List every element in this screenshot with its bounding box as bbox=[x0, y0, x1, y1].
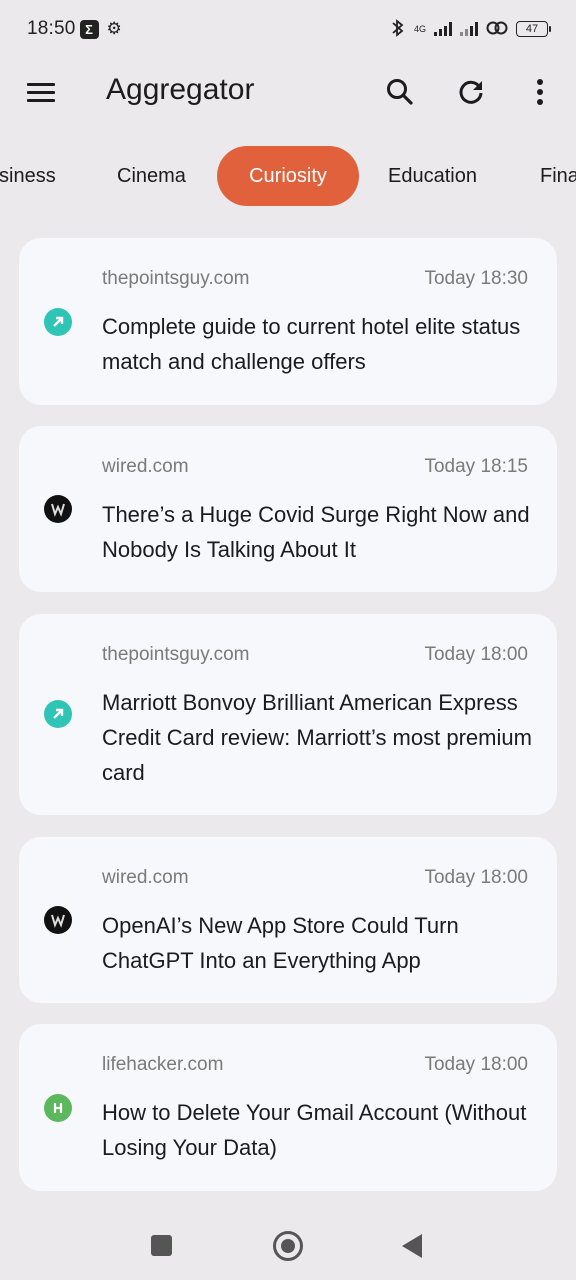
article-time: Today 18:00 bbox=[424, 644, 528, 665]
settings-gear-icon: ⚙ bbox=[106, 19, 122, 38]
article-time: Today 18:15 bbox=[424, 456, 528, 477]
wired-icon bbox=[44, 495, 72, 523]
category-tabs: siness Cinema Curiosity Education Fina bbox=[0, 146, 576, 206]
signal-icon-1 bbox=[434, 22, 452, 36]
wired-icon bbox=[44, 906, 72, 934]
article-title: OpenAI’s New App Store Could Turn ChatGP… bbox=[102, 913, 459, 973]
system-nav-bar bbox=[0, 1210, 576, 1280]
article-source: lifehacker.com bbox=[102, 1054, 224, 1075]
article-card[interactable]: thepointsguy.com Today 18:30 Complete gu… bbox=[19, 238, 557, 405]
bluetooth-icon bbox=[390, 18, 406, 41]
article-card[interactable]: wired.com Today 18:00 OpenAI’s New App S… bbox=[19, 837, 557, 1003]
back-icon[interactable] bbox=[402, 1234, 422, 1258]
article-card[interactable]: lifehacker.com Today 18:00 How to Delete… bbox=[19, 1024, 557, 1191]
battery-icon: 47 bbox=[516, 21, 551, 37]
article-source: wired.com bbox=[102, 867, 189, 888]
tab-curiosity[interactable]: Curiosity bbox=[217, 146, 359, 206]
article-title: Marriott Bonvoy Brilliant American Expre… bbox=[102, 690, 532, 785]
article-time: Today 18:00 bbox=[424, 1054, 528, 1075]
article-source: wired.com bbox=[102, 456, 189, 477]
article-title: Complete guide to current hotel elite st… bbox=[102, 314, 521, 374]
article-source: thepointsguy.com bbox=[102, 644, 250, 665]
article-source: thepointsguy.com bbox=[102, 268, 250, 289]
article-time: Today 18:00 bbox=[424, 867, 528, 888]
network-type-label: 4G bbox=[413, 23, 426, 34]
thepointsguy-icon bbox=[44, 700, 72, 728]
status-time: 18:50 bbox=[27, 18, 76, 39]
article-card[interactable]: thepointsguy.com Today 18:00 Marriott Bo… bbox=[19, 614, 557, 815]
battery-level: 47 bbox=[525, 23, 539, 35]
sigma-icon: Σ bbox=[79, 19, 99, 39]
refresh-icon[interactable] bbox=[451, 72, 491, 112]
tab-cinema[interactable]: Cinema bbox=[117, 146, 186, 206]
menu-icon[interactable] bbox=[22, 72, 62, 112]
tab-finance[interactable]: Fina bbox=[540, 146, 576, 206]
signal-icon-2 bbox=[460, 22, 478, 36]
home-icon[interactable] bbox=[273, 1231, 303, 1261]
article-title: How to Delete Your Gmail Account (Withou… bbox=[102, 1100, 527, 1160]
article-time: Today 18:30 bbox=[424, 268, 528, 289]
thepointsguy-icon bbox=[44, 308, 72, 336]
recents-icon[interactable] bbox=[151, 1235, 172, 1256]
article-card[interactable]: wired.com Today 18:15 There’s a Huge Cov… bbox=[19, 426, 557, 592]
lifehacker-icon bbox=[44, 1094, 72, 1122]
status-bar: 18:50 Σ ⚙ 4G 47 bbox=[0, 0, 576, 58]
app-bar: Aggregator bbox=[0, 58, 576, 128]
hotspot-icon bbox=[486, 20, 508, 39]
app-title: Aggregator bbox=[106, 73, 255, 106]
tab-business[interactable]: siness bbox=[0, 146, 56, 206]
more-vert-icon[interactable] bbox=[520, 72, 560, 112]
tab-education[interactable]: Education bbox=[388, 146, 477, 206]
article-title: There’s a Huge Covid Surge Right Now and… bbox=[102, 502, 530, 562]
search-icon[interactable] bbox=[380, 72, 420, 112]
